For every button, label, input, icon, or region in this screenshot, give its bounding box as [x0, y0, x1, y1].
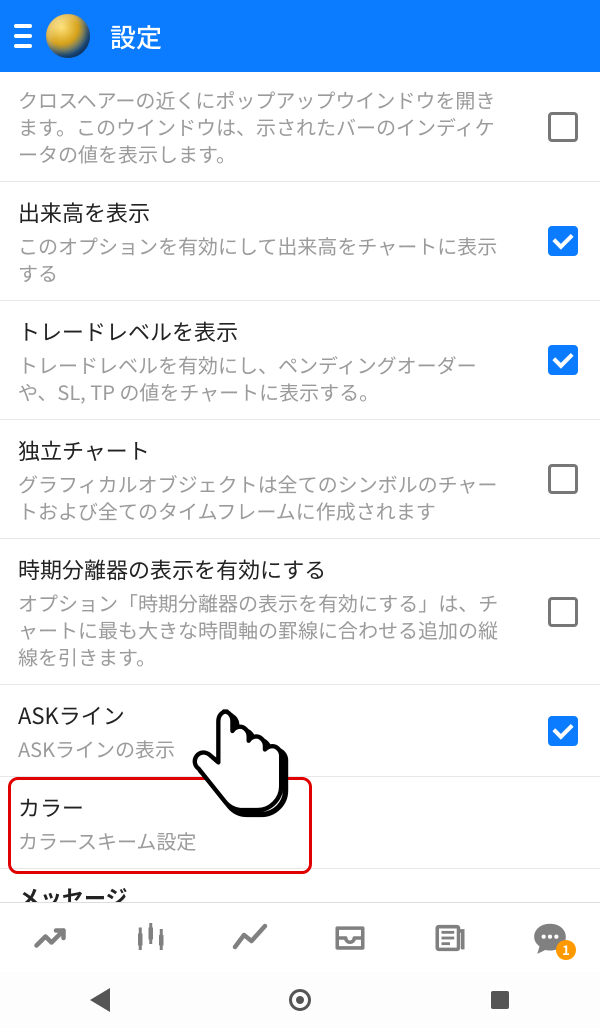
row-ask-line[interactable]: ASKライン ASKラインの表示 [0, 685, 600, 777]
tab-messages[interactable]: 1 [526, 914, 574, 962]
section-messages: メッセージ [0, 869, 600, 902]
row-ask-line-sub: ASKラインの表示 [18, 735, 512, 762]
checkbox-crosshair[interactable] [548, 112, 578, 142]
nav-recent-button[interactable] [485, 985, 515, 1015]
tab-trade[interactable] [226, 914, 274, 962]
page-title: 設定 [110, 18, 162, 55]
candlestick-icon [132, 920, 168, 956]
tab-history[interactable] [326, 914, 374, 962]
checkbox-volume[interactable] [548, 226, 578, 256]
arrow-trend-icon [32, 920, 68, 956]
row-color-title: カラー [18, 791, 512, 823]
row-trade-levels-title: トレードレベルを表示 [18, 315, 512, 347]
tab-charts[interactable] [126, 914, 174, 962]
row-independent-chart-sub: グラフィカルオブジェクトは全てのシンボルのチャートおよび全てのタイムフレームに作… [18, 470, 512, 524]
nav-back-button[interactable] [85, 985, 115, 1015]
row-independent-chart-title: 独立チャート [18, 434, 512, 466]
inbox-icon [333, 921, 367, 955]
row-period-separator[interactable]: 時期分離器の表示を有効にする オプション「時期分離器の表示を有効にする」は、チャ… [0, 539, 600, 685]
row-ask-line-title: ASKライン [18, 699, 512, 731]
tab-quotes[interactable] [26, 914, 74, 962]
row-volume-sub: このオプションを有効にして出来高をチャートに表示する [18, 232, 512, 286]
row-independent-chart[interactable]: 独立チャート グラフィカルオブジェクトは全てのシンボルのチャートおよび全てのタイ… [0, 420, 600, 539]
row-crosshair[interactable]: クロスヘアーの近くにポップアップウインドウを開きます。このウインドウは、示された… [0, 72, 600, 182]
nav-home-button[interactable] [285, 985, 315, 1015]
news-icon [433, 921, 467, 955]
row-trade-levels[interactable]: トレードレベルを表示 トレードレベルを有効にし、ペンディングオーダーや、SL, … [0, 301, 600, 420]
checkbox-ask-line[interactable] [548, 716, 578, 746]
row-color[interactable]: カラー カラースキーム設定 [0, 777, 600, 869]
row-trade-levels-sub: トレードレベルを有効にし、ペンディングオーダーや、SL, TP の値をチャートに… [18, 351, 512, 405]
menu-icon[interactable] [14, 24, 38, 48]
line-chart-icon [232, 920, 268, 956]
system-navbar [0, 972, 600, 1028]
row-crosshair-sub: クロスヘアーの近くにポップアップウインドウを開きます。このウインドウは、示された… [18, 86, 512, 167]
row-color-sub: カラースキーム設定 [18, 827, 512, 854]
back-icon [90, 988, 110, 1012]
app-logo-icon [46, 14, 90, 58]
row-volume[interactable]: 出来高を表示 このオプションを有効にして出来高をチャートに表示する [0, 182, 600, 301]
app-header: 設定 [0, 0, 600, 72]
messages-badge: 1 [556, 940, 576, 960]
checkbox-independent-chart[interactable] [548, 464, 578, 494]
row-period-separator-title: 時期分離器の表示を有効にする [18, 553, 512, 585]
row-period-separator-sub: オプション「時期分離器の表示を有効にする」は、チャートに最も大きな時間軸の罫線に… [18, 589, 512, 670]
bottom-tabbar: 1 [0, 902, 600, 972]
checkbox-trade-levels[interactable] [548, 345, 578, 375]
recent-icon [491, 991, 509, 1009]
tab-news[interactable] [426, 914, 474, 962]
settings-list: クロスヘアーの近くにポップアップウインドウを開きます。このウインドウは、示された… [0, 72, 600, 902]
row-volume-title: 出来高を表示 [18, 196, 512, 228]
home-icon [289, 989, 311, 1011]
checkbox-period-separator[interactable] [548, 597, 578, 627]
